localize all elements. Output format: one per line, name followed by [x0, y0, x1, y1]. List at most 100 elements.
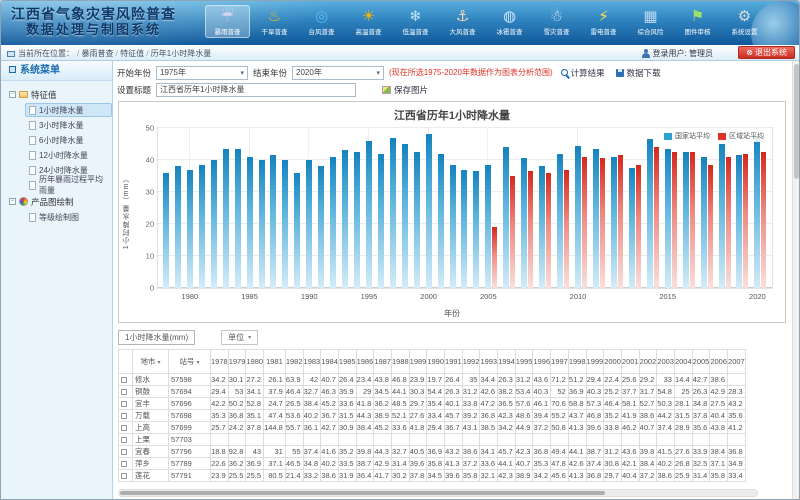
value-cell: 27.5 — [710, 398, 728, 410]
toolbar-item-label: 台风普查 — [299, 28, 344, 37]
value-cell: 40.7 — [639, 422, 657, 434]
chart-bar-national — [199, 165, 205, 288]
chart-bar-national — [736, 155, 742, 288]
value-cell: 39.2 — [462, 410, 480, 422]
row-select-cell[interactable] — [119, 398, 133, 410]
value-cell: 26.5 — [285, 398, 303, 410]
station-cell: 57796 — [169, 446, 211, 458]
value-cell: 45.2 — [374, 422, 392, 434]
expand-icon[interactable]: − — [9, 91, 16, 98]
row-select-cell[interactable] — [119, 434, 133, 446]
value-cell: 32.1 — [480, 470, 498, 482]
row-select-cell[interactable] — [119, 470, 133, 482]
value-cell: 25 — [674, 386, 692, 398]
sidebar-item-12小时降水量[interactable]: 12小时降水量 — [25, 148, 112, 162]
breadcrumb-link[interactable]: 历年1小时降水量 — [151, 49, 211, 58]
city-cell: 宜丰 — [133, 398, 169, 410]
value-cell: 35.6 — [728, 410, 746, 422]
exit-system-button[interactable]: ⊗ 退出系统 — [738, 46, 795, 59]
data-download-button[interactable]: 数据下载 — [613, 66, 664, 80]
value-cell: 27.6 — [409, 410, 427, 422]
row-select-cell[interactable] — [119, 422, 133, 434]
row-select-cell[interactable] — [119, 410, 133, 422]
value-cell — [551, 434, 569, 446]
save-image-button[interactable]: 保存图片 — [379, 83, 431, 97]
bar-group-2002 — [450, 128, 456, 288]
value-cell: 41.6 — [321, 446, 339, 458]
station-column-filter[interactable]: 站号 ▾ — [169, 350, 211, 374]
value-cell: 36.1 — [303, 422, 321, 434]
chart-bars: 198019851990199520002005201020152020 — [158, 128, 772, 288]
vscroll-thumb[interactable] — [794, 64, 799, 179]
toolbar-item-冰雹普查[interactable]: ◍冰雹普查 — [487, 5, 532, 38]
sidebar-item-1小时降水量[interactable]: 1小时降水量 — [25, 103, 112, 117]
breadcrumb-link[interactable]: 特征值 — [120, 49, 144, 58]
app-title-line1: 江西省气象灾害风险普查 — [11, 6, 176, 22]
chart-title-input[interactable] — [156, 83, 356, 97]
bar-group-2008 — [539, 128, 551, 288]
row-select-cell[interactable] — [119, 446, 133, 458]
year-column-header: 1983 — [303, 350, 321, 374]
expand-icon[interactable]: − — [9, 198, 16, 205]
app-header: 江西省气象灾害风险普查 数据处理与制图系统 ☔暴雨普查♨干旱普查◎台风普查☀高温… — [1, 1, 799, 45]
bar-group-1996 — [378, 128, 384, 288]
x-tick-label: 2020 — [749, 292, 766, 301]
sidebar-item-6小时降水量[interactable]: 6小时降水量 — [25, 133, 112, 147]
value-cell: 35 — [462, 374, 480, 386]
value-cell: 14.4 — [674, 374, 692, 386]
chart-bar-national — [306, 160, 312, 288]
calc-result-button[interactable]: 计算结果 — [558, 66, 608, 80]
value-cell: 38.9 — [374, 410, 392, 422]
hscroll-thumb[interactable] — [120, 491, 605, 495]
breadcrumb-link[interactable]: 暴雨普查 — [81, 49, 113, 58]
value-cell: 42.1 — [621, 458, 639, 470]
sidebar-item-历年暴雨过程平均雨量[interactable]: 历年暴雨过程平均雨量 — [25, 178, 112, 192]
sidebar-item-等级绘制图[interactable]: 等级绘制图 — [25, 210, 112, 224]
chart-bar-national — [390, 138, 396, 288]
toolbar-item-台风普查[interactable]: ◎台风普查 — [299, 5, 344, 38]
value-cell: 29.4 — [427, 422, 445, 434]
toolbar-item-干旱普查[interactable]: ♨干旱普查 — [252, 5, 297, 38]
value-cell: 41.3 — [568, 470, 586, 482]
bar-group-2007 — [521, 128, 533, 288]
toolbar-item-大风普查[interactable]: ⚓大风普查 — [440, 5, 485, 38]
value-cell: 33.8 — [604, 422, 622, 434]
toolbar-item-雷电普查[interactable]: ⚡雷电普查 — [581, 5, 626, 38]
value-cell: 34.9 — [728, 458, 746, 470]
bar-group-1986 — [259, 128, 265, 288]
year-column-header: 1991 — [445, 350, 463, 374]
user-icon — [642, 49, 650, 58]
city-column-filter[interactable]: 地市 ▾ — [133, 350, 169, 374]
value-cell: 25.7 — [211, 422, 229, 434]
value-cell: 29.7 — [604, 470, 622, 482]
toolbar-item-综合风险[interactable]: ▦综合风险 — [628, 5, 673, 38]
value-cell: 22.6 — [211, 458, 229, 470]
chart-bar-national — [438, 154, 444, 288]
toolbar-item-雪灾普查[interactable]: ☃雪灾普查 — [534, 5, 579, 38]
toolbar-item-暴雨普查[interactable]: ☔暴雨普查 — [205, 5, 250, 38]
year-column-header: 1997 — [551, 350, 569, 374]
sidebar-group-特征值[interactable]: −特征值 — [9, 87, 112, 102]
year-column-header: 2004 — [674, 350, 692, 374]
value-cell: 21.4 — [285, 470, 303, 482]
chart-bar-national — [259, 160, 265, 288]
row-select-cell[interactable] — [119, 374, 133, 386]
vertical-scrollbar[interactable] — [792, 61, 799, 499]
value-cell: 32.5 — [692, 458, 710, 470]
sidebar-group-产品图绘制[interactable]: −产品图绘制 — [9, 194, 112, 209]
start-year-select[interactable]: 1975年▾ — [156, 66, 248, 80]
sun-thermometer-icon: ☀ — [346, 6, 391, 28]
end-year-select[interactable]: 2020年▾ — [292, 66, 384, 80]
toolbar-item-系统设置[interactable]: ⚙系统设置 — [722, 5, 767, 38]
sidebar-item-3小时降水量[interactable]: 3小时降水量 — [25, 118, 112, 132]
value-cell: 30.3 — [409, 386, 427, 398]
horizontal-scrollbar[interactable] — [118, 489, 758, 497]
chart-title-label: 设置标题 — [117, 84, 151, 96]
toolbar-item-低温普查[interactable]: ❄低温普查 — [393, 5, 438, 38]
unit-dropdown[interactable]: 单位▾ — [221, 330, 258, 345]
row-select-cell[interactable] — [119, 458, 133, 470]
toolbar-item-高温普查[interactable]: ☀高温普查 — [346, 5, 391, 38]
value-cell — [604, 434, 622, 446]
row-select-cell[interactable] — [119, 386, 133, 398]
toolbar-item-图件审核[interactable]: ⚑图件审核 — [675, 5, 720, 38]
